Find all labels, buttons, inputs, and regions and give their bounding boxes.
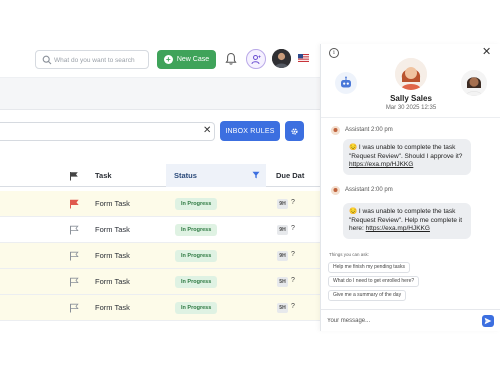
due-extra: ? bbox=[291, 303, 295, 310]
message-header: Assistant 2:00 pm bbox=[331, 125, 393, 135]
new-case-button[interactable]: + New Case bbox=[157, 50, 216, 69]
status-badge: In Progress bbox=[175, 250, 218, 262]
top-bar: + New Case bbox=[0, 40, 320, 78]
page-subheader bbox=[0, 78, 320, 110]
assistant-mini-avatar bbox=[331, 125, 340, 135]
due-badge: 9H bbox=[277, 251, 288, 261]
assistant-mini-avatar bbox=[331, 185, 340, 195]
suggestions-title: Things you can ask: bbox=[329, 252, 370, 257]
plus-icon: + bbox=[163, 55, 173, 64]
robot-icon bbox=[341, 76, 351, 88]
task-name[interactable]: Form Task bbox=[95, 251, 130, 260]
status-badge: In Progress bbox=[175, 276, 218, 288]
ai-agent-button[interactable] bbox=[246, 49, 266, 69]
agent-name: Sally Sales bbox=[390, 94, 432, 103]
table-header: Task Status Due Dat bbox=[0, 164, 320, 187]
due-extra: ? bbox=[291, 251, 295, 258]
message-sender: Assistant 2:00 pm bbox=[345, 127, 393, 133]
status-header-label: Status bbox=[174, 171, 197, 180]
task-name[interactable]: Form Task bbox=[95, 225, 130, 234]
bell-icon[interactable] bbox=[225, 52, 237, 66]
inbox-rules-button[interactable]: INBOX RULES bbox=[220, 121, 280, 141]
message-link[interactable]: https://exa.mp/HJKKG bbox=[349, 161, 413, 168]
message-sender: Assistant 2:00 pm bbox=[345, 187, 393, 193]
flag-icon[interactable] bbox=[69, 277, 79, 287]
flag-icon[interactable] bbox=[69, 225, 79, 235]
column-header-status[interactable]: Status bbox=[166, 164, 266, 187]
table-row[interactable]: Form Task In Progress 9H? bbox=[0, 191, 320, 217]
due-badge: 9H bbox=[277, 225, 288, 235]
flag-icon[interactable] bbox=[69, 199, 79, 209]
other-agent-avatar-image bbox=[461, 70, 487, 96]
send-button[interactable] bbox=[482, 315, 494, 327]
column-header-task[interactable]: Task bbox=[95, 164, 112, 187]
filter-row: ✕ INBOX RULES bbox=[0, 119, 320, 143]
table-row[interactable]: Form Task In Progress 9H? bbox=[0, 217, 320, 243]
gear-icon bbox=[291, 127, 298, 135]
app-main: + New Case bbox=[0, 40, 320, 331]
message-text: I was unable to complete the task "Reque… bbox=[349, 144, 463, 160]
emoji-icon: 😔 bbox=[349, 208, 358, 215]
clear-filter-icon[interactable]: ✕ bbox=[203, 126, 211, 136]
emoji-icon: 😔 bbox=[349, 144, 358, 151]
due-badge: 9H bbox=[277, 199, 288, 209]
flag-icon[interactable] bbox=[69, 251, 79, 261]
table-row[interactable]: Form Task In Progress 9H? bbox=[0, 243, 320, 269]
panel-divider bbox=[321, 117, 500, 118]
message-input[interactable] bbox=[327, 315, 477, 327]
filter-input[interactable] bbox=[0, 122, 215, 141]
global-search[interactable] bbox=[35, 50, 149, 69]
search-icon bbox=[42, 55, 52, 65]
status-badge: In Progress bbox=[175, 302, 218, 314]
message-link[interactable]: https://exa.mp/HJKKG bbox=[366, 225, 430, 232]
message-bubble: 😔 I was unable to complete the task "Req… bbox=[343, 203, 471, 239]
message-composer bbox=[321, 309, 500, 331]
suggestion-chip[interactable]: What do I need to get enrolled here? bbox=[328, 276, 420, 287]
task-name[interactable]: Form Task bbox=[95, 277, 130, 286]
us-flag-icon[interactable] bbox=[298, 54, 309, 62]
agent-icon bbox=[251, 54, 261, 64]
bot-avatar[interactable] bbox=[335, 72, 357, 94]
flag-icon[interactable] bbox=[69, 303, 79, 313]
table-row[interactable]: Form Task In Progress 5H? bbox=[0, 269, 320, 295]
due-extra: ? bbox=[291, 199, 295, 206]
message-header: Assistant 2:00 pm bbox=[331, 185, 393, 195]
agent-date: Mar 30 2025 12:35 bbox=[385, 105, 437, 111]
flag-column-icon[interactable] bbox=[69, 171, 79, 181]
due-badge: 5H bbox=[277, 303, 288, 313]
info-icon[interactable]: i bbox=[329, 48, 339, 58]
due-badge: 5H bbox=[277, 277, 288, 287]
status-badge: In Progress bbox=[175, 198, 218, 210]
settings-button[interactable] bbox=[285, 121, 304, 141]
task-name[interactable]: Form Task bbox=[95, 199, 130, 208]
search-input[interactable] bbox=[54, 53, 146, 67]
column-header-due-date[interactable]: Due Dat bbox=[276, 164, 320, 187]
due-extra: ? bbox=[291, 225, 295, 232]
close-icon[interactable]: ✕ bbox=[482, 47, 491, 58]
other-agent-avatar[interactable] bbox=[461, 70, 487, 96]
assistant-panel: i ✕ Sally Sales Mar 30 2025 12:35 Assist… bbox=[320, 44, 500, 331]
suggestion-chip[interactable]: Help me finish my pending tasks bbox=[328, 262, 410, 273]
send-icon bbox=[484, 317, 492, 325]
suggestion-chip[interactable]: Give me a summary of the day bbox=[328, 290, 407, 301]
user-avatar-image bbox=[272, 49, 291, 68]
new-case-label: New Case bbox=[176, 56, 210, 63]
agent-avatar[interactable] bbox=[395, 58, 427, 90]
user-avatar[interactable] bbox=[272, 49, 291, 68]
message-bubble: 😔 I was unable to complete the task "Req… bbox=[343, 139, 471, 175]
filter-icon[interactable] bbox=[252, 171, 260, 179]
due-extra: ? bbox=[291, 277, 295, 284]
table-row[interactable]: Form Task In Progress 5H? bbox=[0, 295, 320, 321]
status-badge: In Progress bbox=[175, 224, 218, 236]
task-name[interactable]: Form Task bbox=[95, 303, 130, 312]
agent-avatar-image bbox=[395, 58, 427, 90]
